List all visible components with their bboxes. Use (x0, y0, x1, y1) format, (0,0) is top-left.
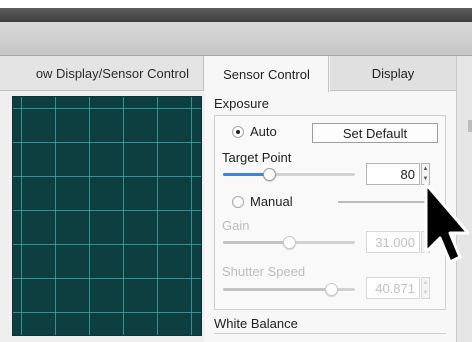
gain-value: 31.000 (375, 234, 415, 250)
target-point-value: 80 (400, 166, 415, 182)
stepper-up-icon[interactable]: ▲ (423, 280, 429, 286)
white-balance-group-top (214, 333, 446, 334)
set-default-label: Set Default (342, 125, 408, 141)
stepper-up-icon[interactable]: ▲ (423, 166, 429, 172)
gain-slider-handle[interactable] (283, 236, 296, 249)
target-point-slider-handle[interactable] (263, 168, 276, 181)
window-toolbar (0, 22, 472, 56)
shutter-speed-stepper[interactable]: ▲ ▼ (421, 277, 430, 299)
shutter-speed-slider-fill (223, 288, 332, 291)
scrollbar-thumb[interactable] (468, 120, 472, 132)
manual-label: Manual (250, 194, 293, 209)
set-default-button[interactable]: Set Default (312, 123, 438, 143)
tab-video-display-sensor-control[interactable]: ow Display/Sensor Control (0, 56, 204, 91)
left-tab-label: ow Display/Sensor Control (35, 65, 189, 81)
auto-radio[interactable] (232, 126, 244, 138)
tab-display-label: Display (371, 65, 415, 81)
tab-display[interactable]: Display (330, 56, 456, 91)
gain-slider-fill (223, 241, 289, 244)
target-point-label: Target Point (222, 150, 292, 165)
shutter-speed-slider-handle[interactable] (325, 283, 338, 296)
white-balance-heading: White Balance (214, 316, 298, 331)
tab-sensor-control[interactable]: Sensor Control (205, 56, 329, 92)
window-title-bar (0, 8, 472, 22)
shutter-speed-value: 40.871 (375, 280, 415, 296)
screen-top-strip (0, 0, 472, 8)
gain-label: Gain (222, 218, 250, 233)
auto-label: Auto (250, 124, 277, 139)
tab-sensor-control-label: Sensor Control (223, 66, 310, 82)
stepper-down-icon[interactable]: ▼ (423, 290, 429, 296)
camera-preview[interactable] (12, 96, 202, 336)
arrow-pointer-icon (424, 182, 470, 264)
shutter-speed-label: Shutter Speed (222, 264, 306, 279)
shutter-speed-input[interactable]: 40.871 (366, 277, 420, 299)
gain-input[interactable]: 31.000 (366, 231, 420, 253)
target-point-input[interactable]: 80 (366, 163, 420, 185)
manual-radio[interactable] (232, 196, 244, 208)
exposure-heading: Exposure (214, 96, 269, 111)
